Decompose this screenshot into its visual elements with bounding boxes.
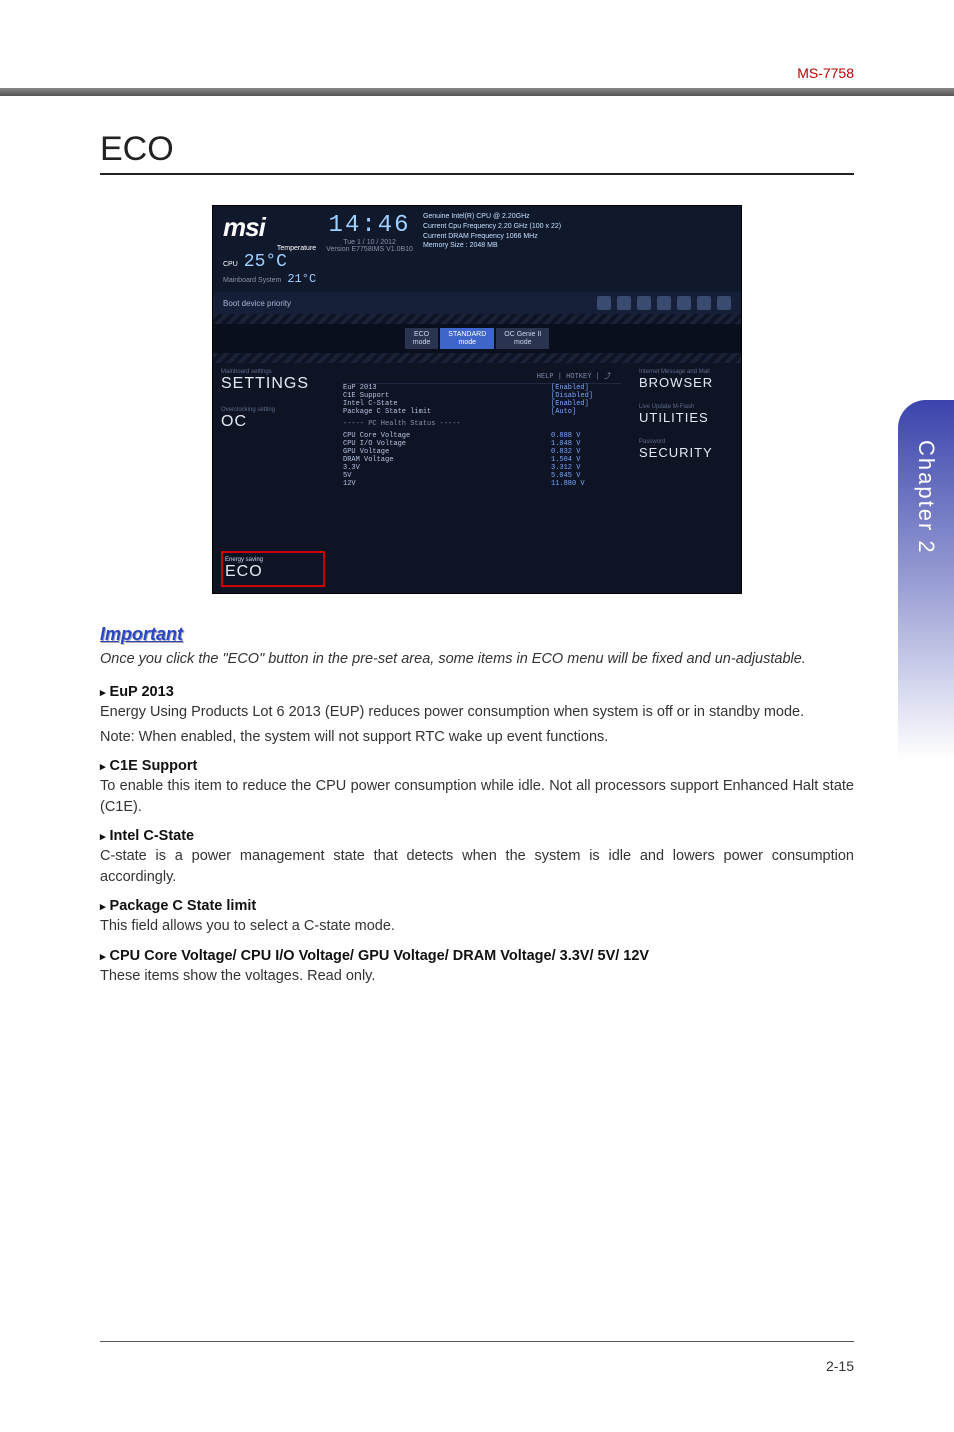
chapter-side-tab: Chapter 2 [898,400,954,760]
nav-eco-highlighted[interactable]: Energy saving ECO [221,551,325,587]
bios-settings-panel: HELP | HOTKEY | ⤴ EuP 2013[Enabled] C1E … [333,363,631,593]
mode-tab-ocgenie[interactable]: OC Genie II mode [496,328,549,349]
nav-settings[interactable]: Mainboard settings SETTINGS [221,369,325,393]
clock-time: 14:46 [326,212,413,239]
section-body: C-state is a power management state that… [100,846,854,888]
boot-priority-label: Boot device priority [223,299,291,308]
section-head-voltages: CPU Core Voltage/ CPU I/O Voltage/ GPU V… [100,948,854,964]
footer-rule [100,1341,854,1342]
section-head-package: Package C State limit [100,898,854,914]
section-head-c1e: C1E Support [100,758,854,774]
mode-tab-label: STANDARD [448,331,486,339]
mode-tabs: ECO mode STANDARD mode OC Genie II mode [213,324,741,353]
mode-tab-label: ECO [413,331,431,339]
nav-label: SECURITY [639,445,733,460]
health-row: DRAM Voltage1.504 V [343,456,621,464]
nav-utilities[interactable]: Live Update M-Flash UTILITIES [639,404,733,425]
bios-version: Version E7758IMS V1.0B10 [326,246,413,253]
bios-header: msi Temperature CPU 25°C Mainboard Syste… [213,206,741,292]
mainboard-temp-value: 21°C [287,272,316,286]
page-content: ECO msi Temperature CPU 25°C Mainboard S… [100,130,854,991]
mode-tab-sublabel: mode [448,339,486,347]
section-body: Energy Using Products Lot 6 2013 (EUP) r… [100,702,854,723]
nav-label: SETTINGS [221,375,325,393]
divider-stripes [213,353,741,363]
sysinfo-line: Genuine Intel(R) CPU @ 2.20GHz [423,212,731,222]
cpu-temp-value: 25°C [244,252,287,272]
boot-priority-bar: Boot device priority [213,292,741,314]
nav-label: BROWSER [639,375,733,390]
nav-oc[interactable]: Overclocking setting OC [221,407,325,431]
section-note: Note: When enabled, the system will not … [100,727,854,748]
chapter-label: Chapter 2 [913,440,939,555]
header-divider [0,88,954,96]
clock-date: Tue 1 / 10 / 2012 [326,239,413,246]
page-number: 2-15 [826,1358,854,1374]
mainboard-label: Mainboard System [223,277,281,284]
temperature-label: Temperature [223,245,316,252]
important-text: Once you click the "ECO" button in the p… [100,649,854,670]
boot-device-icon[interactable] [657,296,671,310]
mode-tab-sublabel: mode [413,339,431,347]
health-row: GPU Voltage0.832 V [343,448,621,456]
msi-logo: msi [223,212,316,243]
bios-right-nav: Internet Message and Mail BROWSER Live U… [631,363,741,593]
section-body: These items show the voltages. Read only… [100,966,854,987]
bios-body: Mainboard settings SETTINGS Overclocking… [213,363,741,593]
boot-device-icon[interactable] [637,296,651,310]
health-row: 5V5.045 V [343,472,621,480]
health-row: 12V11.880 V [343,480,621,488]
bios-screenshot: msi Temperature CPU 25°C Mainboard Syste… [212,205,742,594]
mode-tab-sublabel: mode [504,339,541,347]
boot-device-icon[interactable] [597,296,611,310]
model-number: MS-7758 [797,65,854,81]
health-header: ----- PC Health Status ----- [343,420,621,428]
mode-tab-standard[interactable]: STANDARD mode [440,328,494,349]
section-head-cstate: Intel C-State [100,828,854,844]
setting-row[interactable]: Intel C-State[Enabled] [343,400,621,408]
nav-label: ECO [225,563,321,581]
nav-browser[interactable]: Internet Message and Mail BROWSER [639,369,733,390]
important-heading: Important [100,624,854,645]
boot-device-icon[interactable] [677,296,691,310]
health-row: CPU Core Voltage0.888 V [343,432,621,440]
boot-device-icon[interactable] [617,296,631,310]
health-row: CPU I/O Voltage1.048 V [343,440,621,448]
section-head-eup: EuP 2013 [100,684,854,700]
sysinfo-line: Current DRAM Frequency 1066 MHz [423,232,731,242]
nav-label: OC [221,413,325,431]
page-title: ECO [100,130,854,175]
divider-stripes [213,314,741,324]
boot-device-icon[interactable] [717,296,731,310]
setting-row[interactable]: C1E Support[Disabled] [343,392,621,400]
boot-device-icon[interactable] [697,296,711,310]
cpu-label: CPU [223,261,238,268]
bios-left-nav: Mainboard settings SETTINGS Overclocking… [213,363,333,593]
nav-security[interactable]: Password SECURITY [639,439,733,460]
help-bar[interactable]: HELP | HOTKEY | ⤴ [343,369,621,384]
section-body: To enable this item to reduce the CPU po… [100,776,854,818]
mode-tab-label: OC Genie II [504,331,541,339]
section-body: This field allows you to select a C-stat… [100,916,854,937]
setting-row[interactable]: EuP 2013[Enabled] [343,384,621,392]
system-info: Genuine Intel(R) CPU @ 2.20GHz Current C… [423,212,731,286]
health-row: 3.3V3.312 V [343,464,621,472]
sysinfo-line: Current Cpu Frequency 2.20 GHz (100 x 22… [423,222,731,232]
nav-label: UTILITIES [639,410,733,425]
mode-tab-eco[interactable]: ECO mode [405,328,439,349]
sysinfo-line: Memory Size : 2048 MB [423,241,731,251]
setting-row[interactable]: Package C State limit[Auto] [343,408,621,416]
